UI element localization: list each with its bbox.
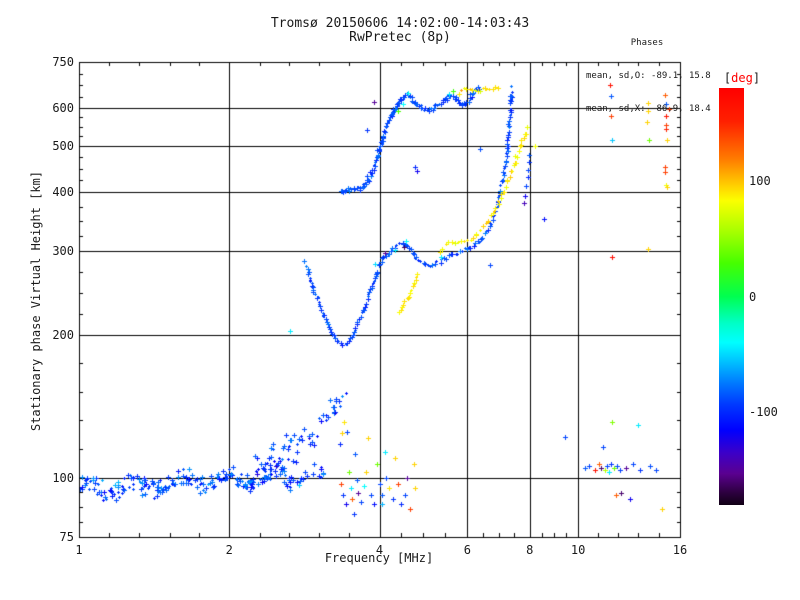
x-tick-label: 2: [225, 543, 233, 557]
phase-stats-header: Phases: [630, 38, 664, 48]
colorbar-tick-label: 0: [749, 289, 757, 304]
phase-colorbar: [719, 88, 744, 505]
x-tick-label: 4: [375, 543, 384, 557]
colorbar-unit-label: [deg]: [723, 71, 761, 85]
colorbar-tick-label: 100: [749, 173, 771, 188]
x-tick-label: 16: [672, 543, 688, 557]
x-tick-label: 10: [570, 543, 586, 557]
y-tick-label: 750: [52, 55, 74, 69]
y-tick-label: 500: [52, 138, 74, 153]
x-tick-label: 8: [526, 543, 534, 557]
y-tick-label: 600: [52, 101, 74, 116]
x-tick-label: 6: [463, 543, 471, 557]
y-tick-label: 300: [52, 244, 74, 259]
y-axis-label: Stationary phase Virtual Height [km]: [29, 170, 43, 432]
y-tick-label: 200: [52, 327, 74, 342]
y-tick-label: 75: [59, 530, 74, 544]
colorbar-tick-label: -100: [749, 405, 778, 420]
x-tick-label: 1: [75, 543, 83, 557]
y-tick-label: 400: [52, 184, 74, 199]
ionogram-figure: Tromsø 20150606 14:02:00-14:03:43 RwPret…: [0, 0, 800, 600]
y-tick-label: 100: [52, 470, 74, 485]
